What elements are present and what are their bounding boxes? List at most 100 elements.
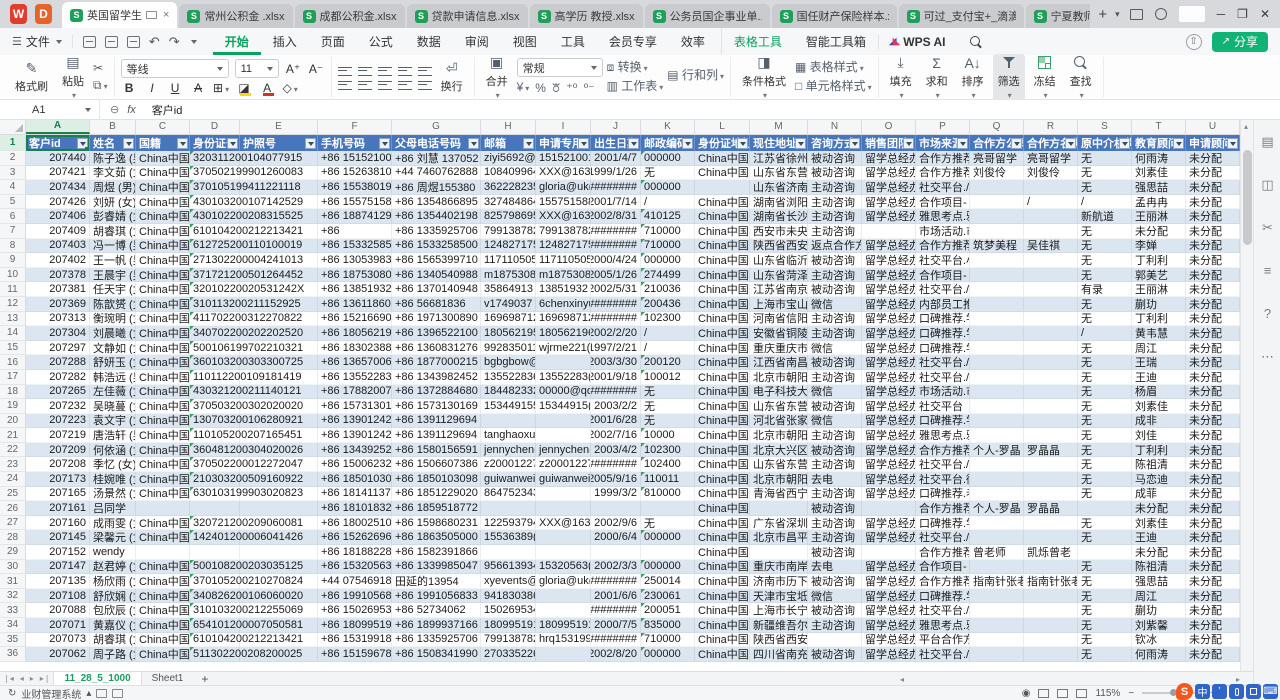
cell-R26[interactable]: 罗晶晶 bbox=[1024, 501, 1078, 516]
cell-F26[interactable]: +86 18101832 bbox=[318, 501, 392, 516]
cell-C23[interactable]: China中国 bbox=[136, 457, 190, 472]
cell-T7[interactable]: 未分配 bbox=[1132, 224, 1186, 239]
cell-C33[interactable]: China中国 bbox=[136, 603, 190, 618]
cell-S18[interactable]: 无 bbox=[1078, 385, 1132, 400]
row-header-2[interactable]: 2 bbox=[0, 151, 26, 166]
cell-K9[interactable]: 000000 bbox=[641, 253, 695, 268]
cell-M10[interactable]: 山东省菏泽 bbox=[750, 268, 808, 283]
cell-U27[interactable]: 未分配 bbox=[1186, 516, 1240, 531]
menu-tab[interactable]: 页面 bbox=[309, 28, 357, 55]
column-letter-A[interactable]: A bbox=[26, 120, 90, 134]
cell-B35[interactable]: 胡睿琪 (女 bbox=[90, 633, 136, 648]
cell-I15[interactable]: wjrme221( bbox=[536, 341, 591, 356]
cell-F14[interactable]: +86 18056219 bbox=[318, 326, 392, 341]
cell-B30[interactable]: 赵君婷 (女 bbox=[90, 560, 136, 575]
column-letter-G[interactable]: G bbox=[392, 120, 481, 134]
column-letter-E[interactable]: E bbox=[240, 120, 318, 134]
filter-dropdown-icon[interactable] bbox=[123, 138, 134, 149]
cell-R8[interactable]: 吴佳祺 bbox=[1024, 239, 1078, 254]
cell-B8[interactable]: 冯一博 (男 bbox=[90, 239, 136, 254]
cell-F2[interactable]: +86 15152100 bbox=[318, 151, 392, 166]
cell-D7[interactable]: 610104200212213421 bbox=[190, 224, 240, 239]
cell-P34[interactable]: 雅思考点.雅 bbox=[916, 618, 970, 633]
cell-B19[interactable]: 吴晓蔓 (女 bbox=[90, 399, 136, 414]
cell-F4[interactable]: +86 15538019 bbox=[318, 180, 392, 195]
cell-G19[interactable]: +86 1573130169 bbox=[392, 399, 481, 414]
header-cell-R1[interactable]: 合作方名称 bbox=[1024, 135, 1078, 151]
cell-T29[interactable]: 未分配 bbox=[1132, 545, 1186, 560]
filter-dropdown-icon[interactable] bbox=[379, 138, 390, 149]
file-tab[interactable]: S公务员国企事业单... bbox=[645, 4, 770, 28]
cell-B25[interactable]: 汤景然 (女 bbox=[90, 487, 136, 502]
header-cell-Q1[interactable]: 合作方公司 bbox=[970, 135, 1024, 151]
cell-M21[interactable]: 北京市朝阳 bbox=[750, 428, 808, 443]
cell-D23[interactable]: 370502200012272047 bbox=[190, 457, 240, 472]
cell-D8[interactable]: 612725200110100019 bbox=[190, 239, 240, 254]
cell-R29[interactable]: 凯烁曾老 bbox=[1024, 545, 1078, 560]
cell-H3[interactable]: 108409964 bbox=[481, 166, 536, 181]
cell-S12[interactable]: 无 bbox=[1078, 297, 1132, 312]
cell-J29[interactable] bbox=[591, 545, 641, 560]
row-header-23[interactable]: 23 bbox=[0, 457, 26, 472]
currency-icon[interactable]: ¥ bbox=[517, 80, 530, 96]
formula-input[interactable]: 客户id bbox=[146, 102, 183, 118]
cell-T4[interactable]: 强思喆 bbox=[1132, 180, 1186, 195]
cell-P32[interactable]: 口碑推荐.学 bbox=[916, 589, 970, 604]
row-header-28[interactable]: 28 bbox=[0, 530, 26, 545]
cell-N13[interactable]: 主动咨询 bbox=[808, 312, 862, 327]
side-panel-icon[interactable]: ✂ bbox=[1254, 206, 1280, 249]
cell-J33[interactable]: ######## bbox=[591, 603, 641, 618]
cell-R23[interactable] bbox=[1024, 457, 1078, 472]
cell-A33[interactable]: 207088 bbox=[26, 603, 90, 618]
cell-B11[interactable]: 任天宇 (女 bbox=[90, 282, 136, 297]
menu-tab[interactable]: 视图 bbox=[501, 28, 549, 55]
cell-M19[interactable]: 山东省东营 bbox=[750, 399, 808, 414]
cell-O12[interactable]: 留学总经办 bbox=[862, 297, 916, 312]
cell-I22[interactable]: jennychen( bbox=[536, 443, 591, 458]
cell-N34[interactable]: 主动咨询 bbox=[808, 618, 862, 633]
new-tab-button[interactable]: + bbox=[1090, 6, 1115, 23]
cell-G24[interactable]: +86 1850103098 bbox=[392, 472, 481, 487]
cell-U31[interactable]: 未分配 bbox=[1186, 574, 1240, 589]
cell-U11[interactable]: 未分配 bbox=[1186, 282, 1240, 297]
cell-A32[interactable]: 207108 bbox=[26, 589, 90, 604]
cell-Q8[interactable]: 筑梦美程 bbox=[970, 239, 1024, 254]
row-header-16[interactable]: 16 bbox=[0, 355, 26, 370]
cell-N16[interactable]: 被动咨询 bbox=[808, 355, 862, 370]
cell-C20[interactable]: China中国 bbox=[136, 414, 190, 429]
cell-U2[interactable]: 未分配 bbox=[1186, 151, 1240, 166]
cell-U24[interactable]: 未分配 bbox=[1186, 472, 1240, 487]
cell-C28[interactable]: China中国 bbox=[136, 530, 190, 545]
cell-K24[interactable]: 110011 bbox=[641, 472, 695, 487]
cell-H30[interactable]: 956613934 bbox=[481, 560, 536, 575]
cell-M29[interactable] bbox=[750, 545, 808, 560]
cell-A14[interactable]: 207304 bbox=[26, 326, 90, 341]
cell-Q6[interactable] bbox=[970, 209, 1024, 224]
row-header-32[interactable]: 32 bbox=[0, 589, 26, 604]
cell-Q12[interactable] bbox=[970, 297, 1024, 312]
cell-I7[interactable]: 799138782 bbox=[536, 224, 591, 239]
cell-U19[interactable]: 未分配 bbox=[1186, 399, 1240, 414]
cell-O4[interactable]: 留学总经办 bbox=[862, 180, 916, 195]
row-header-29[interactable]: 29 bbox=[0, 545, 26, 560]
cell-S32[interactable]: 无 bbox=[1078, 589, 1132, 604]
row-header-20[interactable]: 20 bbox=[0, 414, 26, 429]
sheet-grid[interactable]: ABCDEFGHIJKLMNOPQRSTU 1客户id姓名国籍身份证号护照号手机… bbox=[0, 120, 1240, 671]
cell-S4[interactable]: 无 bbox=[1078, 180, 1132, 195]
cell-Q19[interactable] bbox=[970, 399, 1024, 414]
cell-N10[interactable]: 主动咨询 bbox=[808, 268, 862, 283]
cell-L21[interactable]: China中国 bbox=[695, 428, 750, 443]
cell-N26[interactable]: 被动咨询 bbox=[808, 501, 862, 516]
cell-N25[interactable]: 主动咨询 bbox=[808, 487, 862, 502]
cell-K30[interactable]: 000000 bbox=[641, 560, 695, 575]
cell-T19[interactable]: 刘素佳 bbox=[1132, 399, 1186, 414]
file-tab[interactable]: S宁夏教师样本.xlsx bbox=[1026, 4, 1091, 28]
cell-U6[interactable]: 未分配 bbox=[1186, 209, 1240, 224]
cell-S9[interactable]: 无 bbox=[1078, 253, 1132, 268]
cell-R12[interactable] bbox=[1024, 297, 1078, 312]
cell-P26[interactable]: 合作方推荐 bbox=[916, 501, 970, 516]
cell-A15[interactable]: 207297 bbox=[26, 341, 90, 356]
filter-dropdown-icon[interactable] bbox=[1119, 138, 1130, 149]
filter-dropdown-icon[interactable] bbox=[628, 138, 639, 149]
column-letter-O[interactable]: O bbox=[862, 120, 916, 134]
